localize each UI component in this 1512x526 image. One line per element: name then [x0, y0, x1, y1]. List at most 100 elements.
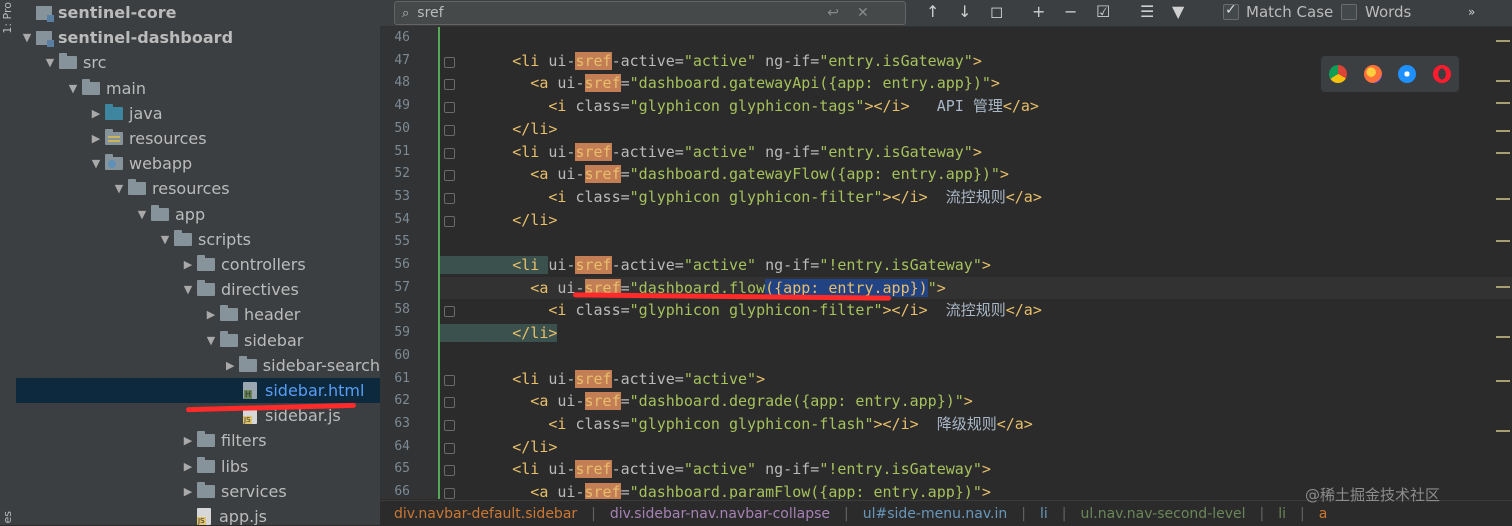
chrome-icon[interactable]	[1329, 65, 1348, 83]
breadcrumb-item[interactable]: li	[1040, 506, 1048, 522]
history-icon[interactable]: ↩	[827, 5, 839, 21]
code-line[interactable]: <i class="glyphicon glyphicon-filter"></…	[440, 186, 1512, 209]
search-match: sref	[584, 165, 621, 184]
collapse-arrow-icon[interactable]: ▼	[179, 283, 197, 296]
tree-item-label: header	[244, 305, 301, 325]
tree-item[interactable]: app.js	[16, 504, 380, 525]
tree-item[interactable]: ▶ resources	[16, 126, 380, 151]
search-input[interactable]	[415, 4, 820, 22]
folder-icon	[197, 481, 215, 498]
open-in-window-icon[interactable]: ◻	[990, 2, 1003, 21]
code-line[interactable]: <a ui-sref="dashboard.gatewayFlow({app: …	[440, 163, 1512, 186]
code-line[interactable]	[440, 231, 1512, 254]
tree-item[interactable]: ▼ main	[16, 76, 380, 101]
code-line[interactable]: <i class="glyphicon glyphicon-flash"></i…	[440, 413, 1512, 436]
tree-item[interactable]: ▼ sentinel-dashboard	[16, 25, 380, 50]
add-selection-icon[interactable]: +	[1032, 2, 1045, 21]
collapse-arrow-icon[interactable]: ▼	[64, 82, 82, 95]
code-line[interactable]: <li ui-sref-active="active" ng-if="!entr…	[440, 254, 1512, 277]
code-token: 流控规则	[927, 187, 1006, 206]
code-line[interactable]	[440, 345, 1512, 368]
collapse-arrow-icon[interactable]: ▼	[87, 157, 105, 170]
expand-arrow-icon[interactable]: ▶	[221, 359, 239, 372]
expand-arrow-icon[interactable]: ▶	[179, 460, 197, 473]
collapse-arrow-icon[interactable]: ▼	[18, 31, 36, 44]
expand-arrow-icon[interactable]: ▶	[179, 434, 197, 447]
code-line[interactable]: <i class="glyphicon glyphicon-tags"></i>…	[440, 95, 1512, 118]
tree-item[interactable]: ▶ libs	[16, 454, 380, 479]
tree-item[interactable]: ▼ directives	[16, 277, 380, 302]
match-case-label[interactable]: Match Case	[1246, 3, 1333, 21]
breadcrumb-item[interactable]: li	[1278, 506, 1286, 522]
code-line[interactable]: </li>	[440, 209, 1512, 232]
code-line[interactable]: <a ui-sref="dashboard.degrade({app: entr…	[440, 390, 1512, 413]
breadcrumb-item[interactable]: ul#side-menu.nav.in	[863, 506, 1008, 522]
multiline-icon[interactable]: ☰	[1140, 2, 1154, 21]
next-occurrence-icon[interactable]: ↓	[958, 2, 971, 21]
select-all-occurrences-icon[interactable]: ☑	[1096, 2, 1110, 21]
match-case-checkbox[interactable]	[1223, 2, 1239, 20]
tree-item[interactable]: ▼ src	[16, 50, 380, 75]
tree-item[interactable]: ▶ sidebar-search	[16, 353, 380, 378]
collapse-arrow-icon[interactable]: ▼	[133, 208, 151, 221]
tree-item[interactable]: ▶ header	[16, 302, 380, 327]
code-line[interactable]: <i class="glyphicon glyphicon-filter"></…	[440, 299, 1512, 322]
code-line[interactable]: <li ui-sref-active="active">	[440, 368, 1512, 391]
code-token: "dashboard.degrade({app: entry.app})"	[629, 392, 964, 411]
clear-icon[interactable]: ✕	[857, 5, 869, 21]
breadcrumb-item[interactable]: a	[1319, 506, 1328, 522]
breadcrumb-item[interactable]: ul.nav.nav-second-level	[1080, 506, 1245, 522]
tree-item[interactable]: ▼ scripts	[16, 227, 380, 252]
code-area[interactable]: <li ui-sref-active="active" ng-if="entry…	[440, 27, 1512, 499]
safari-icon[interactable]	[1398, 65, 1417, 83]
tree-item[interactable]: ▼ resources	[16, 176, 380, 201]
breadcrumb-item[interactable]: div.navbar-default.sidebar	[394, 506, 577, 522]
code-line[interactable]: </li>	[440, 322, 1512, 345]
code-line[interactable]: </li>	[440, 118, 1512, 141]
tree-item[interactable]: ▼ app	[16, 202, 380, 227]
firefox-icon[interactable]	[1363, 65, 1382, 83]
expand-arrow-icon[interactable]: ▶	[202, 308, 220, 321]
code-token: ui-	[548, 51, 576, 70]
find-box[interactable]: ⌕ ↩ ✕	[394, 1, 906, 25]
collapse-arrow-icon[interactable]: ▼	[202, 334, 220, 347]
code-line[interactable]	[440, 27, 1512, 50]
tree-item[interactable]: ▶ controllers	[16, 252, 380, 277]
line-gutter[interactable]: 46 47 48 49 50 51 52 53 54 55 56 57 58 59 60 61 62 63 64 65…	[380, 27, 455, 499]
collapse-arrow-icon[interactable]: ▼	[41, 56, 59, 69]
project-tool-label[interactable]: 1: Pro	[1, 2, 14, 34]
tree-item[interactable]: ▼ sidebar	[16, 328, 380, 353]
tree-item[interactable]: sentinel-core	[16, 0, 380, 25]
expand-arrow-icon[interactable]: ▶	[179, 485, 197, 498]
code-line[interactable]: <li ui-sref-active="active" ng-if="!entr…	[440, 458, 1512, 481]
words-checkbox[interactable]	[1341, 4, 1357, 20]
filter-icon[interactable]: ▼	[1172, 2, 1184, 21]
breadcrumb-item[interactable]: div.sidebar-nav.navbar-collapse	[610, 506, 830, 522]
opera-icon[interactable]	[1432, 65, 1451, 83]
previous-occurrence-icon[interactable]: ↑	[926, 2, 939, 21]
structure-tool-label[interactable]: es	[1, 511, 14, 524]
collapse-arrow-icon[interactable]: ▼	[110, 182, 128, 195]
scroll-marker	[1496, 80, 1510, 82]
collapse-arrow-icon[interactable]: ▼	[156, 233, 174, 246]
breadcrumb-separator: |	[1061, 505, 1067, 522]
code-token: </a>	[1002, 97, 1039, 116]
tree-item[interactable]: ▼ webapp	[16, 151, 380, 176]
remove-selection-icon[interactable]: −	[1064, 2, 1077, 21]
tree-item[interactable]: ▶ java	[16, 101, 380, 126]
tool-window-strip[interactable]: 1: Pro es	[0, 0, 17, 525]
tree-item[interactable]: sidebar.html	[16, 378, 380, 403]
words-label[interactable]: Words	[1365, 3, 1411, 21]
project-tree[interactable]: sentinel-core ▼ sentinel-dashboard ▼ src ▼ mai…	[16, 0, 380, 525]
code-line[interactable]: <li ui-sref-active="active" ng-if="entry…	[440, 141, 1512, 164]
more-options-icon[interactable]: »	[1468, 5, 1475, 19]
code-line[interactable]: </li>	[440, 436, 1512, 459]
line-number: 58	[394, 302, 410, 318]
tree-item[interactable]: ▶ filters	[16, 428, 380, 453]
tree-item[interactable]: ▶ services	[16, 479, 380, 504]
expand-arrow-icon[interactable]: ▶	[87, 132, 105, 145]
code-token: "glyphicon glyphicon-flash"	[629, 414, 874, 433]
expand-arrow-icon[interactable]: ▶	[87, 107, 105, 120]
search-icon[interactable]: ⌕	[402, 6, 409, 21]
expand-arrow-icon[interactable]: ▶	[179, 258, 197, 271]
